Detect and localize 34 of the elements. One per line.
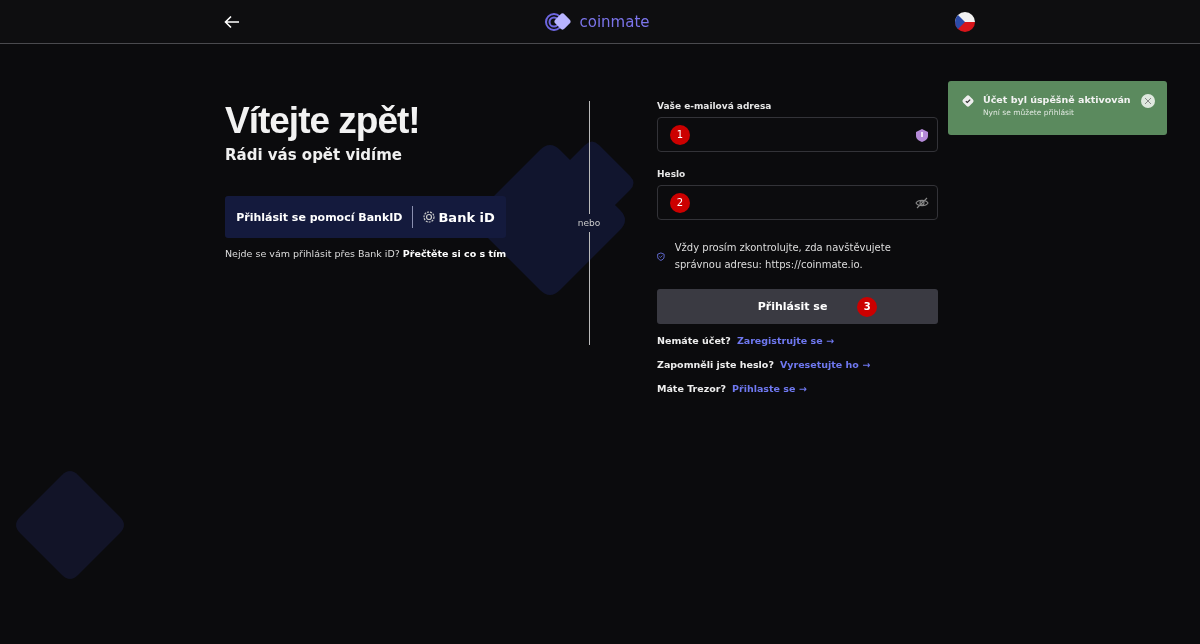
fingerprint-icon [423, 211, 436, 223]
close-icon [1145, 98, 1151, 104]
input-field[interactable]: 1 [657, 117, 938, 152]
divider-label: nebo [577, 217, 601, 230]
security-notice: Vždy prosím zkontrolujte, zda navštěvujete správnou adresu: https://coinmate.io. [674, 241, 892, 272]
welcome-heading: Vítejte zpět! [225, 100, 421, 142]
field-label: Heslo [657, 169, 687, 179]
bankid-help-text: Nejde se vám přihlásit přes Bank iD? Přečtěte si co s tím [225, 247, 507, 261]
bankid-logo-text: Bank iD [438, 209, 495, 225]
link-question: Máte Trezor? [657, 383, 726, 394]
step-marker: 1 [670, 124, 690, 145]
language-button[interactable] [954, 10, 976, 33]
link[interactable]: Zaregistrujte se → [736, 335, 834, 346]
bankid-button[interactable]: Přihlásit se pomocí BankID Bank iD [225, 196, 506, 238]
step-marker: 2 [670, 192, 690, 213]
back-arrow-icon [224, 14, 240, 29]
back-button[interactable] [224, 14, 240, 29]
close-button[interactable] [1141, 94, 1155, 108]
login-button[interactable]: Přihlásit se 3 [657, 289, 938, 324]
shield-icon [657, 249, 665, 263]
link-question: Zapomněli jste heslo? [657, 359, 774, 370]
check-icon [961, 94, 975, 108]
step-marker: 3 [857, 296, 878, 317]
toast-title: Účet byl úspěšně aktivován [983, 94, 1132, 105]
link[interactable]: Vyresetujte ho → [779, 359, 871, 370]
flag-icon [954, 10, 976, 33]
welcome-subtitle: Rádi vás opět vidíme [225, 146, 404, 164]
hide-password-icon[interactable] [915, 196, 929, 209]
logo-text: coinmate [579, 12, 650, 31]
link-question: Nemáte účet? [657, 335, 731, 346]
field-label: Vaše e-mailová adresa [657, 101, 773, 111]
link[interactable]: Přihlaste se → [732, 383, 807, 394]
input-field[interactable]: 2 [657, 185, 938, 220]
autofill-icon [915, 127, 929, 142]
